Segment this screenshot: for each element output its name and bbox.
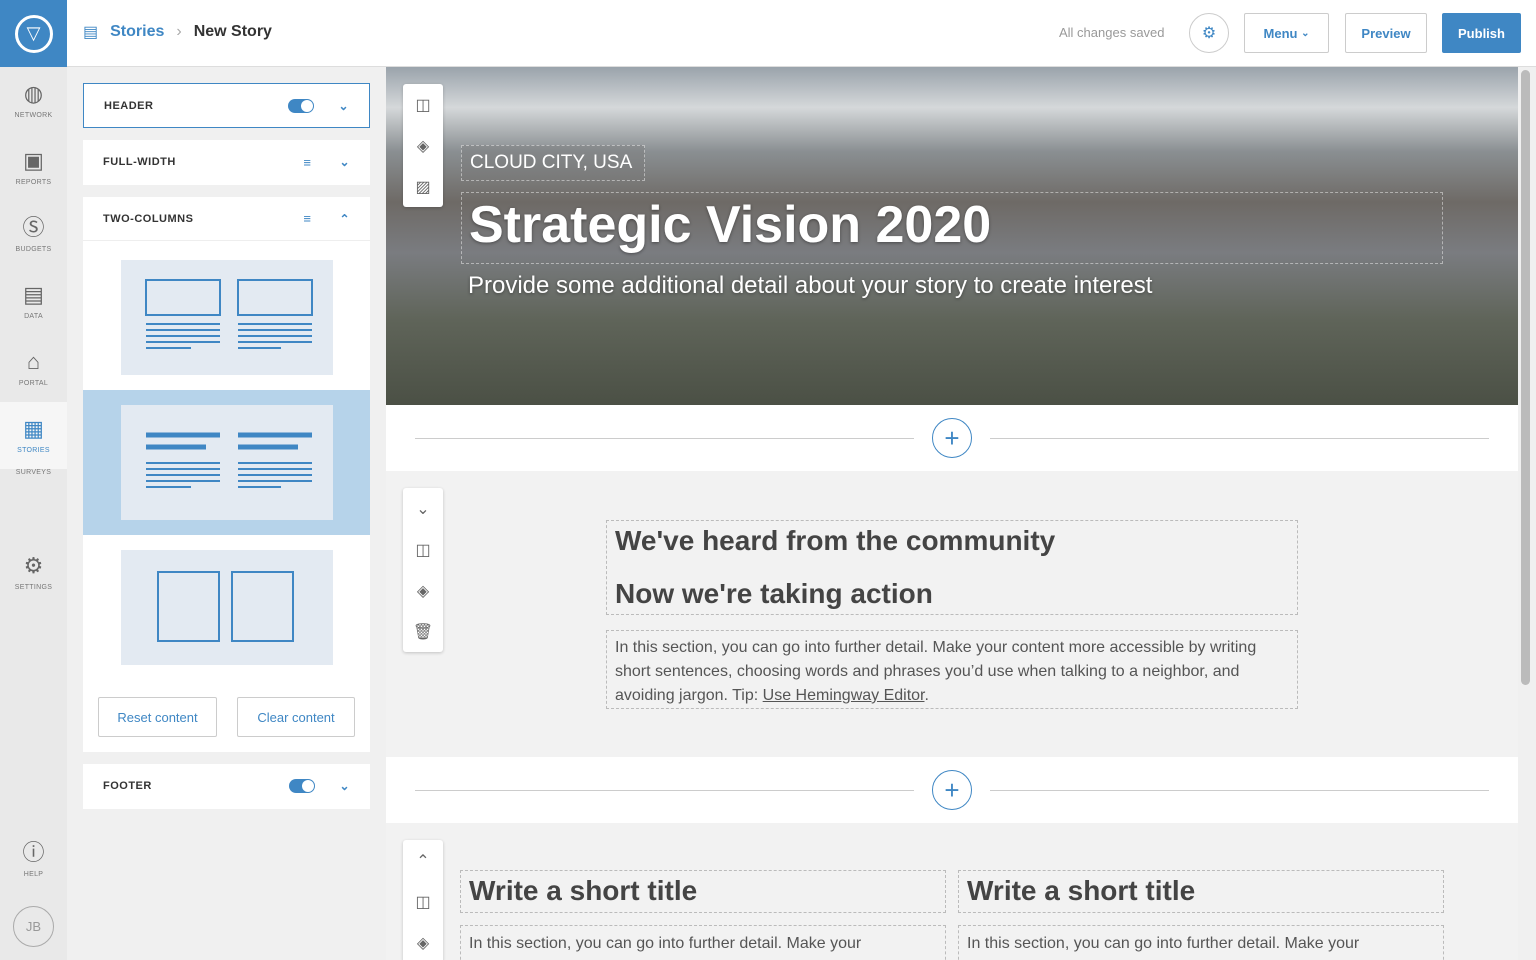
menu-button[interactable]: Menu ⌄ [1244,13,1329,53]
header-toggle[interactable] [288,99,315,113]
layout-option-two-boxes[interactable] [121,550,333,665]
page-title: New Story [193,23,272,40]
breadcrumb: ▤ Stories › New Story [83,22,272,42]
col2-title: Write a short title [967,875,1196,906]
budgets-icon: Ⓢ [22,215,45,240]
image-icon[interactable]: ▨ [415,166,430,207]
chevron-right-icon: › [176,23,182,40]
panel-header[interactable]: HEADER ⌄ [83,83,370,128]
panel-two-columns: TWO-COLUMNS ≡ ⌃ [83,197,370,752]
paint-bucket-icon[interactable]: ◈ [417,125,429,166]
reset-content-button[interactable]: Reset content [98,697,217,737]
layout-icon[interactable]: ◫ [415,529,430,570]
clear-content-button[interactable]: Clear content [237,697,355,737]
nav-reports[interactable]: ▣ REPORTS [0,134,67,201]
footer-toggle[interactable] [289,779,316,793]
settings-button[interactable]: ⚙ [1189,13,1229,53]
reports-icon: ▣ [23,148,44,173]
nav-surveys[interactable]: SURVEYS [0,469,67,499]
panel-label: HEADER [104,100,154,112]
chevron-down-icon: ⌄ [1301,27,1310,39]
stories-icon: ▦ [23,416,44,441]
panel-label: TWO-COLUMNS [103,212,194,225]
nav-help[interactable]: ⓘ HELP [0,826,67,893]
help-icon: ⓘ [22,840,45,865]
drag-handle-icon[interactable]: ≡ [303,211,311,226]
chevron-down-icon[interactable]: ⌄ [416,488,429,529]
chevron-down-icon[interactable]: ⌄ [339,779,350,793]
col1-title: Write a short title [469,875,698,906]
stories-icon: ▤ [83,24,99,41]
layout-option-boxes-text[interactable] [121,260,333,375]
nav-settings[interactable]: ⚙ SETTINGS [0,539,67,606]
menu-label: Menu [1263,25,1298,41]
section-title-1: We've heard from the community [615,525,1056,556]
chevron-up-icon[interactable]: ⌃ [339,212,350,226]
chevron-down-icon[interactable]: ⌄ [338,99,349,113]
add-section-button[interactable]: + [932,418,972,458]
paint-bucket-icon[interactable]: ◈ [417,570,429,611]
save-status: All changes saved [1059,25,1165,40]
section-toolbar: ⌃ ◫ ◈ [403,840,443,960]
nav-data[interactable]: ▤ DATA [0,268,67,335]
two-column-section: ⌃ ◫ ◈ Write a short title In this section,… [386,823,1518,960]
section-body-end: . [924,687,929,704]
panel-label: FOOTER [103,780,152,792]
hero-toolbar: ◫ ◈ ▨ [403,84,443,207]
panel-label: FULL-WIDTH [103,156,176,168]
add-section-button[interactable]: + [932,770,972,810]
col1-body-box[interactable]: In this section, you can go into further… [460,925,946,960]
add-section-row: + [386,757,1518,823]
globe-icon: ◍ [23,81,44,106]
drag-handle-icon[interactable]: ≡ [303,155,311,170]
section-body-box[interactable]: In this section, you can go into further… [606,630,1298,709]
app-logo[interactable]: ▽ [0,0,67,67]
left-rail: ▽ ◍ NETWORK ▣ REPORTS Ⓢ BUDGETS ▤ DATA ⌂ PORT… [0,0,67,960]
gear-icon: ⚙ [1201,25,1217,42]
hero-subtitle: Provide some additional detail about you… [468,272,1153,299]
hero-title: Strategic Vision 2020 [469,196,992,254]
panel-footer[interactable]: FOOTER ⌄ [83,764,370,809]
section-title-2: Now we're taking action [615,578,933,609]
nav-network[interactable]: ◍ NETWORK [0,67,67,134]
col2-body: In this section, you can go into further… [967,935,1360,952]
top-bar: ▤ Stories › New Story All changes saved … [67,0,1536,67]
trash-icon[interactable]: 🗑 [413,611,433,652]
portal-icon: ⌂ [26,349,41,374]
layout-icon[interactable]: ◫ [415,84,430,125]
chevron-up-icon[interactable]: ⌃ [416,840,429,881]
preview-button[interactable]: Preview [1345,13,1427,53]
hero-title-box[interactable]: Strategic Vision 2020 [461,192,1443,264]
chevron-down-icon[interactable]: ⌄ [339,155,350,169]
nav-portal[interactable]: ⌂ PORTAL [0,335,67,402]
hero-location: CLOUD CITY, USA [470,152,633,173]
paint-bucket-icon[interactable]: ◈ [417,922,429,960]
avatar[interactable]: JB [13,906,54,947]
hero-subtitle-box[interactable]: Provide some additional detail about you… [461,272,1443,302]
gear-icon: ⚙ [23,553,44,578]
hemingway-link[interactable]: Use Hemingway Editor [763,687,925,704]
data-icon: ▤ [23,282,44,307]
col2-body-box[interactable]: In this section, you can go into further… [958,925,1444,960]
story-canvas: CLOUD CITY, USA Strategic Vision 2020 Pr… [386,67,1518,960]
col1-body: In this section, you can go into further… [469,935,862,952]
section-body: In this section, you can go into further… [615,639,1257,704]
col1-title-box[interactable]: Write a short title [460,870,946,913]
add-section-row: + [386,405,1518,471]
scrollbar[interactable] [1521,70,1530,685]
nav-stories[interactable]: ▦ STORIES [0,402,67,469]
publish-button[interactable]: Publish [1442,13,1521,53]
col2-title-box[interactable]: Write a short title [958,870,1444,913]
breadcrumb-stories[interactable]: Stories [110,23,164,41]
text-section: ⌄ ◫ ◈ 🗑 We've heard from the community Now w… [386,471,1518,757]
hero-section: CLOUD CITY, USA Strategic Vision 2020 Pr… [386,67,1518,405]
layout-option-text-columns[interactable] [121,405,333,520]
logo-icon: ▽ [14,14,53,53]
hero-location-box[interactable]: CLOUD CITY, USA [461,145,645,181]
section-toolbar: ⌄ ◫ ◈ 🗑 [403,488,443,652]
section-title-box[interactable]: We've heard from the community Now we're … [606,520,1298,615]
layout-icon[interactable]: ◫ [415,881,430,922]
nav-budgets[interactable]: Ⓢ BUDGETS [0,201,67,268]
panel-full-width[interactable]: FULL-WIDTH ≡ ⌄ [83,140,370,185]
